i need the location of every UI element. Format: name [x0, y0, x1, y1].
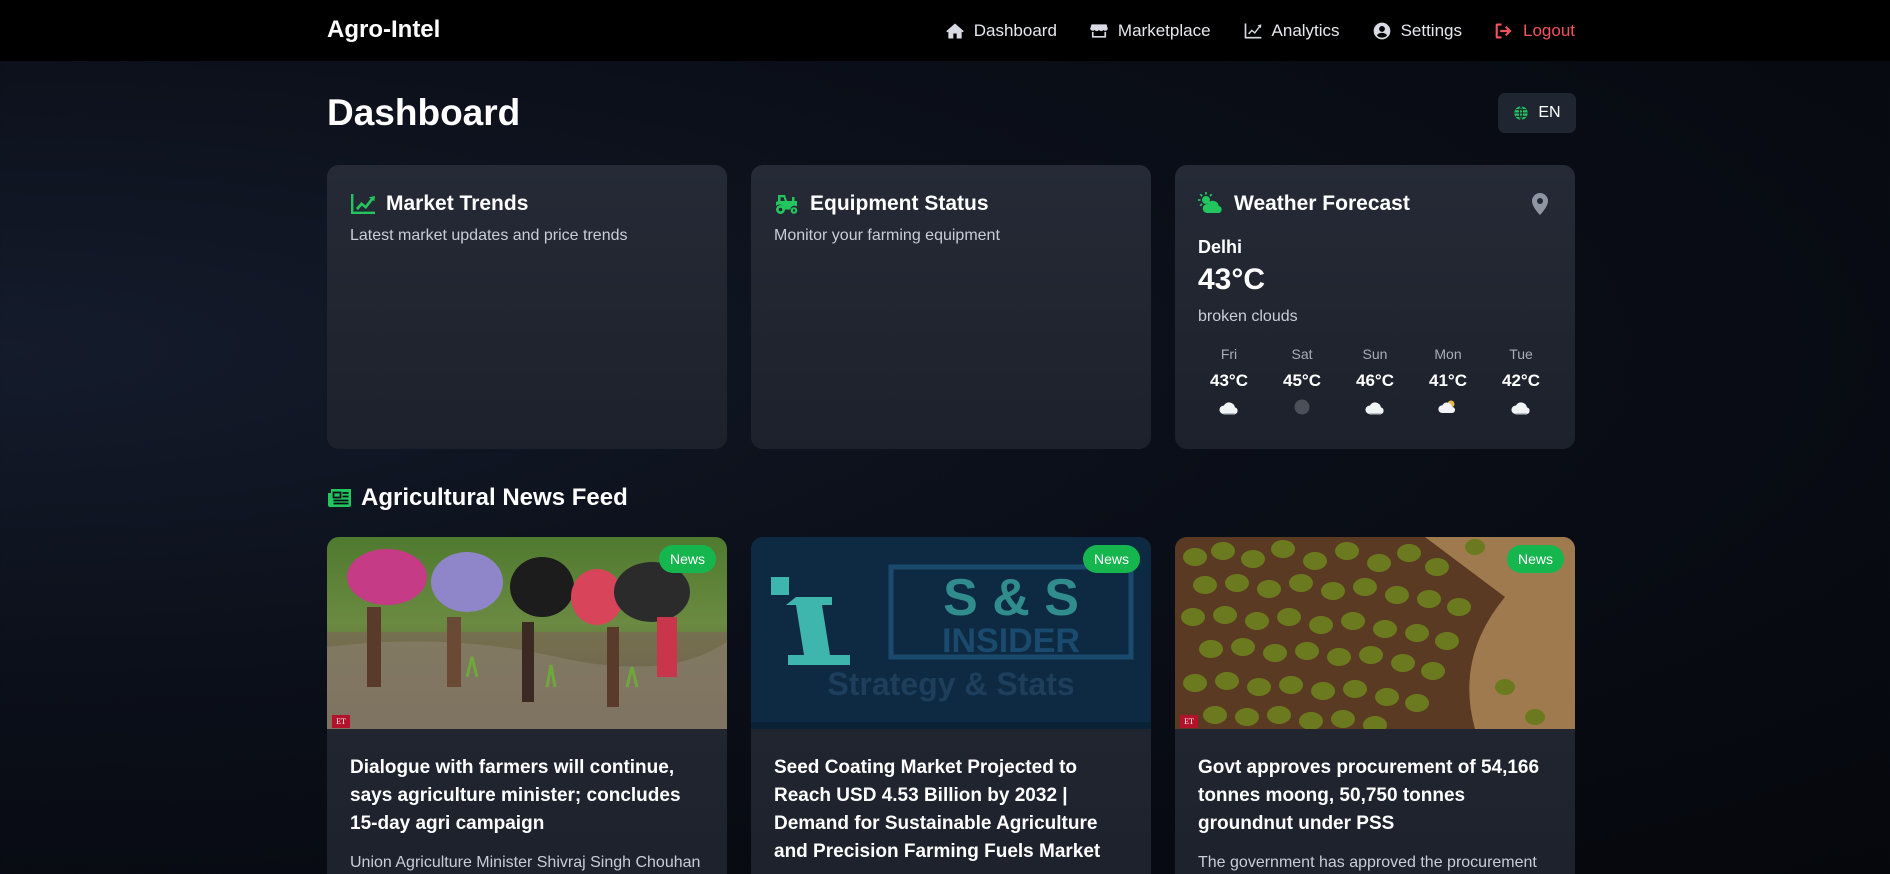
nav-settings[interactable]: Settings [1372, 21, 1462, 41]
forecast-day-temp: 43°C [1210, 371, 1248, 390]
language-label: EN [1538, 104, 1561, 121]
cloud-icon [1219, 402, 1238, 415]
forecast-day-name: Fri [1220, 346, 1238, 362]
forecast-day-name: Mon [1434, 346, 1462, 362]
nav-dashboard-label: Dashboard [973, 20, 1057, 40]
equipment-status-header: Equipment Status [774, 192, 989, 216]
nav-dashboard[interactable]: Dashboard [945, 21, 1057, 41]
nav-logout[interactable]: Logout [1494, 21, 1575, 41]
forecast-day-name: Tue [1509, 346, 1533, 362]
tractor-icon [776, 195, 798, 214]
forecast-day-name: Sat [1291, 346, 1313, 362]
equipment-status-card: Equipment Status Monitor your farming eq… [751, 165, 1151, 449]
cloud-sun-icon [1198, 192, 1222, 213]
forecast-day: Tue 42°C [1490, 346, 1552, 415]
user-circle-icon [1373, 22, 1390, 39]
forecast-day: Fri 43°C [1198, 346, 1260, 415]
forecast-day-temp: 42°C [1502, 371, 1540, 390]
cloud-sun-icon [1438, 400, 1456, 414]
globe-icon [1514, 105, 1529, 121]
news-title: Seed Coating Market Projected to Reach U… [774, 757, 1101, 862]
weather-forecast-header: Weather Forecast [1198, 192, 1410, 216]
nav-analytics-label: Analytics [1271, 20, 1340, 40]
sign-out-icon [1495, 23, 1512, 38]
market-trends-subtitle: Latest market updates and price trends [350, 227, 628, 244]
forecast-day-name: Sun [1362, 346, 1388, 362]
weather-city: Delhi [1198, 237, 1243, 257]
market-trends-header: Market Trends [350, 192, 528, 216]
news-card[interactable]: ET News Govt approves procurement of 54,… [1175, 537, 1575, 874]
news-badge: News [1082, 545, 1140, 573]
news-title: Govt approves procurement of 54,166 tonn… [1198, 757, 1540, 834]
cloud-icon [1365, 402, 1384, 415]
top-navbar: Agro-Intel Dashboard Marketplace Analyti… [0, 0, 1890, 61]
svg-text:S & S: S & S [943, 569, 1079, 627]
news-badge: News [658, 545, 716, 573]
language-button[interactable]: EN [1498, 93, 1576, 133]
forecast-day-temp: 46°C [1356, 371, 1394, 390]
forecast-day: Sat 45°C [1271, 346, 1333, 415]
nav-marketplace[interactable]: Marketplace [1089, 21, 1211, 41]
news-badge: News [1506, 545, 1564, 573]
news-feed-heading: Agricultural News Feed [327, 484, 628, 512]
forecast-day-temp: 45°C [1283, 371, 1321, 390]
store-icon [1090, 23, 1108, 38]
home-icon [946, 23, 964, 38]
equipment-status-subtitle: Monitor your farming equipment [774, 227, 1000, 244]
forecast-day: Sun 46°C [1344, 346, 1406, 415]
nav-logout-label: Logout [1523, 20, 1575, 40]
weather-forecast-title: Weather Forecast [1234, 192, 1410, 215]
et-logo: ET [332, 715, 350, 728]
dark-cloud-icon [1294, 399, 1310, 415]
chart-line-icon [351, 194, 375, 214]
map-pin-icon[interactable] [1531, 193, 1549, 215]
svg-text:Strategy & Stats: Strategy & Stats [827, 666, 1074, 702]
forecast-day: Mon 41°C [1417, 346, 1479, 415]
weather-forecast-row: Fri 43°C Sat 45°C Sun 46°C Mon 41°C Tue … [1198, 346, 1552, 415]
forecast-day-temp: 41°C [1429, 371, 1467, 390]
nav-settings-label: Settings [1400, 20, 1462, 40]
page-title: Dashboard [327, 92, 521, 133]
market-trends-title: Market Trends [386, 192, 529, 215]
news-description: Union Agriculture Minister Shivraj Singh… [350, 854, 701, 871]
newspaper-icon [328, 489, 351, 507]
weather-forecast-card: Weather Forecast Delhi 43°C broken cloud… [1175, 165, 1575, 449]
news-feed-title: Agricultural News Feed [361, 484, 628, 511]
svg-text:INSIDER: INSIDER [942, 622, 1080, 660]
news-card[interactable]: ET News Dialogue with farmers will conti… [327, 537, 727, 874]
weather-temperature: 43°C [1198, 263, 1266, 296]
nav-links: Dashboard Marketplace Analytics Settings… [945, 0, 1575, 61]
news-description: The government has approved the procurem… [1198, 854, 1537, 871]
cloud-icon [1511, 402, 1530, 415]
news-title: Dialogue with farmers will continue, say… [350, 757, 681, 834]
nav-analytics[interactable]: Analytics [1243, 21, 1340, 41]
et-logo: ET [1180, 715, 1198, 728]
market-trends-card: Market Trends Latest market updates and … [327, 165, 727, 449]
news-card[interactable]: S & S INSIDER Strategy & Stats News Seed… [751, 537, 1151, 874]
brand-logo[interactable]: Agro-Intel [327, 16, 440, 44]
equipment-status-title: Equipment Status [810, 192, 989, 215]
chart-line-icon [1244, 23, 1261, 38]
weather-description: broken clouds [1198, 308, 1298, 325]
nav-marketplace-label: Marketplace [1117, 20, 1211, 40]
